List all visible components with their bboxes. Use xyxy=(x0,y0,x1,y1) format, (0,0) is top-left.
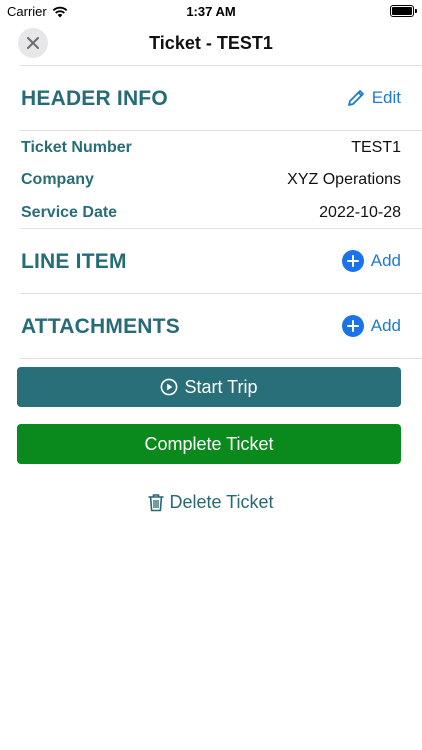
header-info-title: HEADER INFO xyxy=(21,87,168,110)
delete-ticket-button[interactable]: Delete Ticket xyxy=(0,490,422,514)
complete-ticket-label: Complete Ticket xyxy=(144,433,274,454)
field-value: 2022-10-28 xyxy=(319,204,401,221)
status-bar: Carrier 1:37 AM xyxy=(0,0,422,24)
delete-ticket-label: Delete Ticket xyxy=(169,491,274,512)
field-value: XYZ Operations xyxy=(287,171,401,188)
page-title: Ticket - TEST1 xyxy=(149,33,273,53)
edit-header-button[interactable]: Edit xyxy=(347,88,401,108)
trash-icon xyxy=(148,493,165,511)
plus-circle-icon xyxy=(341,250,364,272)
attachments-title: ATTACHMENTS xyxy=(21,315,180,338)
start-trip-label: Start Trip xyxy=(184,376,258,397)
field-ticket-number: Ticket Number TEST1 xyxy=(21,136,401,160)
pencil-icon xyxy=(347,90,364,106)
play-circle-icon xyxy=(161,378,178,396)
divider xyxy=(20,130,422,131)
divider xyxy=(20,358,422,359)
field-label: Company xyxy=(21,171,94,188)
nav-bar: Ticket - TEST1 xyxy=(0,24,422,64)
status-time: 1:37 AM xyxy=(186,4,236,19)
divider xyxy=(20,293,422,294)
edit-label: Edit xyxy=(371,88,401,107)
complete-ticket-button[interactable]: Complete Ticket xyxy=(17,424,401,464)
field-value: TEST1 xyxy=(351,139,401,156)
add-attachment-button[interactable]: Add xyxy=(341,315,401,337)
battery-icon xyxy=(390,5,417,17)
add-label: Add xyxy=(370,251,401,270)
line-item-title: LINE ITEM xyxy=(21,250,127,273)
divider xyxy=(20,228,422,229)
field-label: Service Date xyxy=(21,204,118,221)
field-company: Company XYZ Operations xyxy=(21,168,401,192)
start-trip-button[interactable]: Start Trip xyxy=(17,367,401,407)
divider xyxy=(20,65,422,66)
field-label: Ticket Number xyxy=(21,139,132,156)
add-label: Add xyxy=(370,316,401,335)
field-service-date: Service Date 2022-10-28 xyxy=(21,201,401,225)
add-line-item-button[interactable]: Add xyxy=(341,250,401,272)
plus-circle-icon xyxy=(341,315,364,337)
